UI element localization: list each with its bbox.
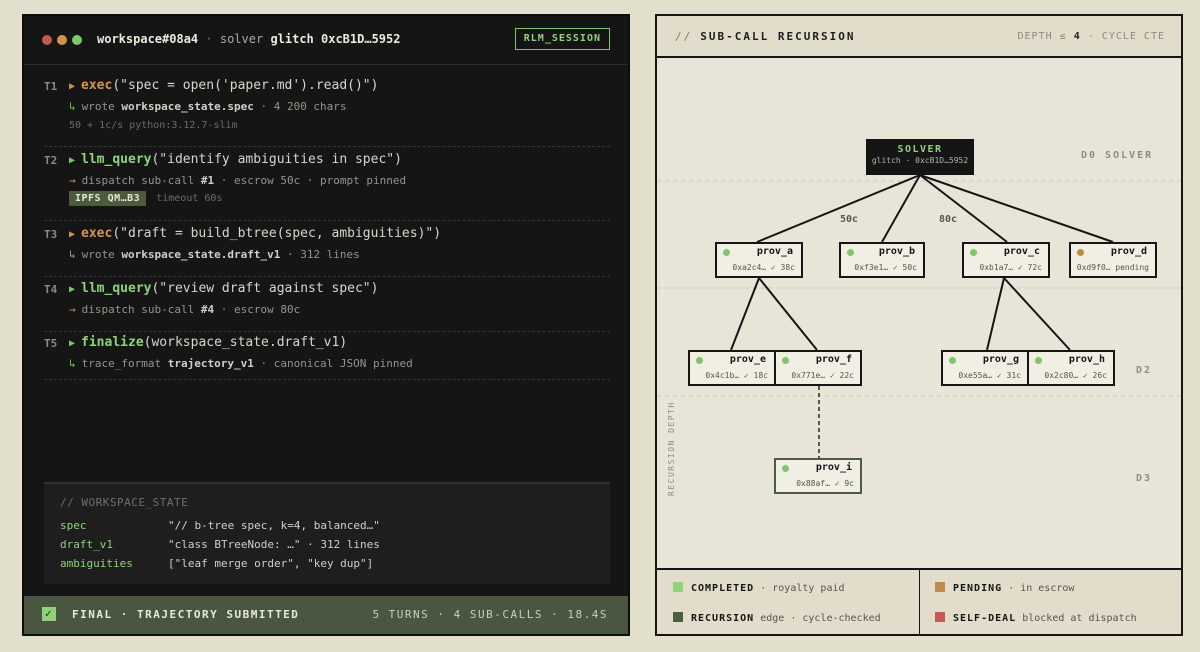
node-prov-a[interactable]: prov_a 0xa2c4… ✓ 38c (715, 242, 803, 278)
play-icon: ▶ (69, 81, 76, 92)
minimize-window-dot[interactable] (57, 35, 67, 45)
workspace-state-panel: // WORKSPACE_STATE spec "// b-tree spec, … (44, 482, 610, 584)
workspace-state-row: spec "// b-tree spec, k=4, balanced…" (60, 519, 380, 532)
legend: COMPLETED · royalty paid PENDING · in es… (657, 568, 1181, 634)
workspace-state-row: ambiguities ["leaf merge order", "key dup… (60, 557, 374, 570)
solver-id: glitch 0xcB1D…5952 (270, 32, 401, 46)
turn-id: T5 (44, 337, 58, 350)
legend-swatch (673, 612, 683, 622)
depth-label-d3: D3 (1136, 473, 1153, 484)
turn-result: ↳ wrote workspace_state.spec · 4 200 char… (69, 100, 347, 113)
edge-solver-prov-c (919, 174, 1008, 243)
edge-prov-c-prov-h (1003, 277, 1071, 351)
edge-prov-a-prov-f (758, 277, 818, 351)
terminal-title: workspace#08a4 · solver glitch 0xcB1D…59… (97, 32, 401, 46)
turn-command: ▶ finalize(workspace_state.draft_v1) (69, 335, 348, 350)
recursion-depth-axis-label: RECURSION DEPTH (667, 401, 676, 496)
edge-label-50c: 50c (840, 214, 858, 225)
turn-id: T3 (44, 228, 58, 241)
solver-label: solver (219, 32, 264, 46)
legend-swatch (673, 582, 683, 592)
turn-row: T4 ▶ llm_query("review draft against spec… (44, 281, 610, 332)
turn-row: T1 ▶ exec("spec = open('paper.md').read()… (44, 78, 610, 147)
edge-label-80c: 80c (939, 214, 957, 225)
dispatch-arrow-icon: → (69, 174, 76, 187)
recursion-panel: //SUB-CALL RECURSION DEPTH ≤ 4 · CYCLE C… (655, 14, 1183, 636)
play-icon: ▶ (69, 284, 76, 295)
turn-id: T2 (44, 154, 58, 167)
legend-item-completed: COMPLETED · royalty paid (673, 582, 845, 594)
edge-prov-a-prov-e (730, 277, 760, 351)
solver-node[interactable]: SOLVER glitch · 0xcB1D…5952 (866, 139, 974, 175)
turn-result: ↳ wrote workspace_state.draft_v1 · 312 li… (69, 248, 360, 261)
panel-header: //SUB-CALL RECURSION DEPTH ≤ 4 · CYCLE C… (657, 16, 1181, 58)
turn-command: ▶ llm_query("review draft against spec") (69, 281, 379, 296)
edge-prov-c-prov-g (986, 277, 1005, 351)
node-prov-e[interactable]: prov_e 0x4c1b… ✓ 18c (688, 350, 776, 386)
return-arrow-icon: ↳ (69, 248, 76, 261)
turn-meta: 50 + 1c/s python:3.12.7-slim (69, 120, 238, 131)
terminal-window: workspace#08a4 · solver glitch 0xcB1D…59… (22, 14, 630, 636)
edge-solver-prov-a (756, 174, 921, 243)
session-badge[interactable]: RLM_SESSION (514, 28, 610, 50)
node-prov-g[interactable]: prov_g 0xe55a… ✓ 31c (941, 350, 1029, 386)
legend-item-recursion: RECURSION edge · cycle-checked (673, 612, 881, 624)
turn-result: → dispatch sub-call #4 · escrow 80c (69, 303, 301, 316)
node-prov-b[interactable]: prov_b 0xf3e1… ✓ 50c (839, 242, 925, 278)
workspace-state-title: // WORKSPACE_STATE (60, 496, 189, 509)
status-dot (1035, 357, 1042, 364)
workspace-name: workspace#08a4 (97, 32, 199, 46)
workspace-state-row: draft_v1 "class BTreeNode: …" · 312 lines (60, 538, 380, 551)
return-arrow-icon: ↳ (69, 100, 76, 113)
maximize-window-dot[interactable] (72, 35, 82, 45)
depth-label-d0: D0 SOLVER (1081, 150, 1154, 161)
final-status-bar: ✓ FINAL · TRAJECTORY SUBMITTED 5 TURNS ·… (24, 596, 628, 634)
status-dot (1077, 249, 1084, 256)
final-status-label: FINAL · TRAJECTORY SUBMITTED (72, 608, 300, 621)
return-arrow-icon: ↳ (69, 357, 76, 370)
edge-solver-prov-d (919, 174, 1114, 243)
turn-result: ↳ trace_format trajectory_v1 · canonical … (69, 357, 413, 370)
status-dot (782, 465, 789, 472)
status-dot (970, 249, 977, 256)
legend-item-pending: PENDING · in escrow (935, 582, 1074, 594)
turn-command: ▶ llm_query("identify ambiguities in spec… (69, 152, 402, 167)
turn-meta: IPFS QM…B3 timeout 60s (69, 191, 222, 206)
node-prov-d[interactable]: prov_d 0xd9f0… pending (1069, 242, 1157, 278)
node-prov-h[interactable]: prov_h 0x2c80… ✓ 26c (1027, 350, 1115, 386)
turn-row: T5 ▶ finalize(workspace_state.draft_v1) ↳… (44, 335, 610, 380)
node-prov-f[interactable]: prov_f 0x771e… ✓ 22c (774, 350, 862, 386)
turn-id: T1 (44, 80, 58, 93)
legend-item-self-deal: SELF-DEAL blocked at dispatch (935, 612, 1137, 624)
dispatch-arrow-icon: → (69, 303, 76, 316)
final-stats: 5 TURNS · 4 SUB-CALLS · 18.4S (372, 608, 608, 621)
play-icon: ▶ (69, 229, 76, 240)
turn-id: T4 (44, 283, 58, 296)
depth-label-d2: D2 (1136, 365, 1153, 376)
close-window-dot[interactable] (42, 35, 52, 45)
checkmark-icon: ✓ (42, 607, 56, 621)
terminal-header: workspace#08a4 · solver glitch 0xcB1D…59… (24, 16, 628, 65)
status-dot (723, 249, 730, 256)
turn-result: → dispatch sub-call #1 · escrow 50c · pro… (69, 174, 407, 187)
node-prov-c[interactable]: prov_c 0xb1a7… ✓ 72c (962, 242, 1050, 278)
legend-swatch (935, 582, 945, 592)
node-prov-i[interactable]: prov_i 0x88af… ✓ 9c (774, 458, 862, 494)
turn-row: T3 ▶ exec("draft = build_btree(spec, ambi… (44, 226, 610, 277)
turn-row: T2 ▶ llm_query("identify ambiguities in s… (44, 152, 610, 221)
status-dot (782, 357, 789, 364)
panel-title: //SUB-CALL RECURSION (675, 30, 856, 43)
legend-swatch (935, 612, 945, 622)
status-dot (949, 357, 956, 364)
recursion-tree-edges: 50c 80c (657, 174, 1181, 458)
depth-info: DEPTH ≤ 4 · CYCLE CTE (1017, 31, 1165, 42)
play-icon: ▶ (69, 155, 76, 166)
edge-solver-prov-b (881, 174, 921, 243)
turn-command: ▶ exec("spec = open('paper.md').read()") (69, 78, 379, 93)
status-dot (696, 357, 703, 364)
play-icon: ▶ (69, 338, 76, 349)
status-dot (847, 249, 854, 256)
turn-command: ▶ exec("draft = build_btree(spec, ambigui… (69, 226, 442, 241)
ipfs-badge[interactable]: IPFS QM…B3 (69, 191, 147, 206)
